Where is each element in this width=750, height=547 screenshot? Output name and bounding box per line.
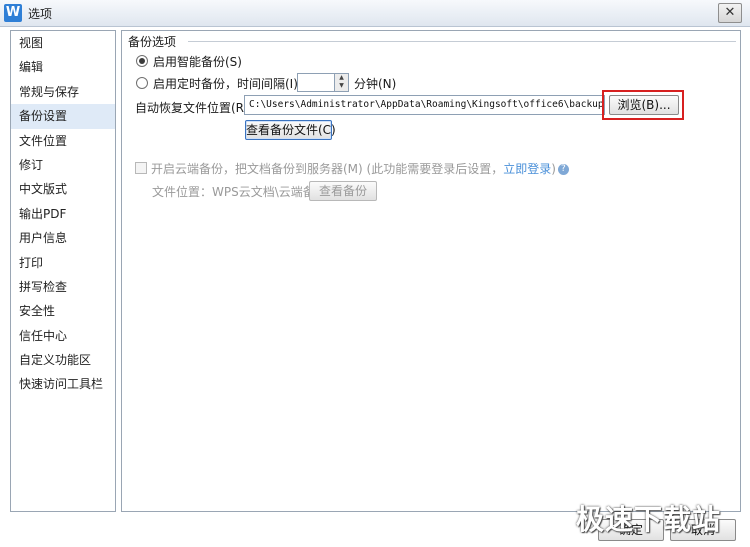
sidebar-item-customize-ribbon[interactable]: 自定义功能区 [11,348,115,372]
section-divider [188,41,736,42]
autorecover-path-label: 自动恢复文件位置(R): [135,101,253,115]
sidebar-item-backup-settings[interactable]: 备份设置 [11,104,115,129]
cloud-backup-label: 开启云端备份，把文档备份到服务器(M) (此功能需要登录后设置， [151,162,504,176]
sidebar-item-security[interactable]: 安全性 [11,299,115,323]
timed-backup-radio[interactable] [136,77,148,89]
title-bar: W 选项 ✕ [0,0,750,27]
autorecover-path-input[interactable]: C:\Users\Administrator\AppData\Roaming\K… [244,95,605,115]
cloud-backup-checkbox [135,162,147,174]
sidebar-item-view[interactable]: 视图 [11,31,115,55]
sidebar-item-print[interactable]: 打印 [11,251,115,275]
view-cloud-backup-button: 查看备份 [309,181,377,201]
view-backup-files-button[interactable]: 查看备份文件(C) [245,120,336,140]
sidebar-item-spell-check[interactable]: 拼写检查 [11,275,115,299]
close-button[interactable]: ✕ [718,3,742,23]
sidebar-item-trust-center[interactable]: 信任中心 [11,324,115,348]
options-sidebar: 视图 编辑 常规与保存 备份设置 文件位置 修订 中文版式 输出PDF 用户信息… [10,30,116,512]
wps-app-icon: W [4,4,22,22]
sidebar-item-quick-access-toolbar[interactable]: 快速访问工具栏 [11,372,115,396]
smart-backup-label: 启用智能备份(S) [153,55,242,69]
interval-input[interactable] [297,73,337,92]
smart-backup-radio[interactable] [136,55,148,67]
sidebar-item-user-info[interactable]: 用户信息 [11,226,115,250]
section-title: 备份选项 [128,35,177,49]
browse-button[interactable]: 浏览(B)... [609,95,679,115]
backup-settings-panel: 备份选项 启用智能备份(S) 启用定时备份，时间间隔(I): ▲ ▼ 分钟(N)… [121,30,741,512]
window-title: 选项 [28,7,53,21]
minutes-label: 分钟(N) [354,77,397,91]
cloud-location-label: 文件位置：WPS云文档\云端备份 [152,185,327,199]
sidebar-item-revision[interactable]: 修订 [11,153,115,177]
login-link[interactable]: 立即登录 [503,162,551,176]
spin-down-icon[interactable]: ▼ [335,82,348,90]
sidebar-item-export-pdf[interactable]: 输出PDF [11,202,115,226]
sidebar-item-general-save[interactable]: 常规与保存 [11,80,115,104]
interval-spinner[interactable]: ▲ ▼ [334,73,349,92]
sidebar-item-chinese-layout[interactable]: 中文版式 [11,177,115,201]
sidebar-item-edit[interactable]: 编辑 [11,55,115,79]
timed-backup-label: 启用定时备份，时间间隔(I): [153,77,302,91]
help-icon[interactable]: ? [557,164,569,175]
sidebar-item-file-location[interactable]: 文件位置 [11,129,115,153]
cloud-backup-suffix: ) [551,162,556,176]
spin-up-icon[interactable]: ▲ [335,74,348,82]
watermark-logo: 极速下载站 [576,503,722,536]
